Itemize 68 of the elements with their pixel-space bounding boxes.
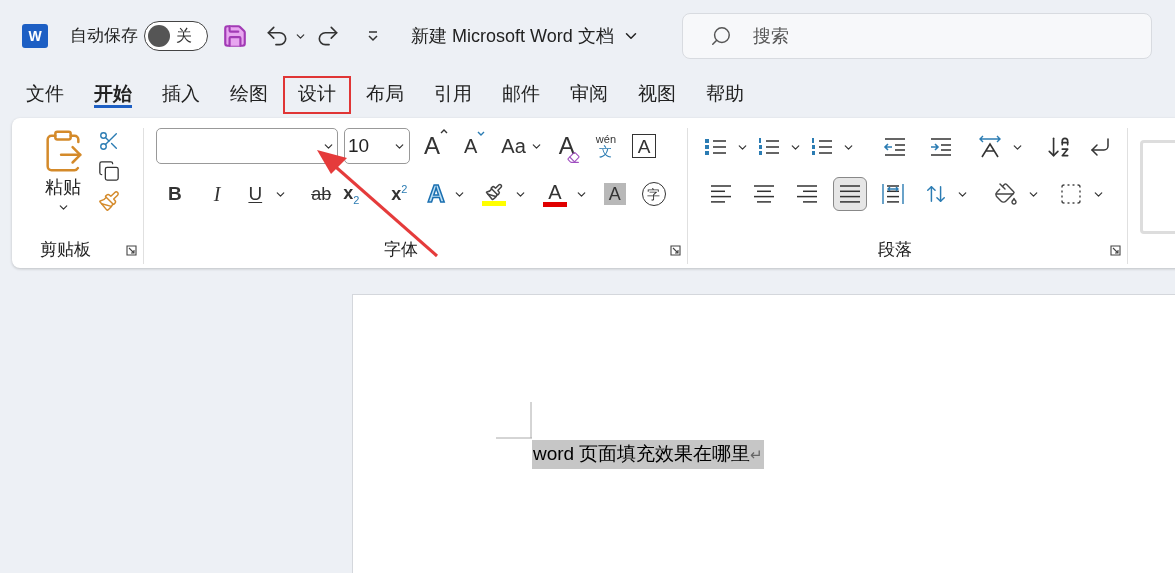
document-title[interactable]: 新建 Microsoft Word 文档: [411, 22, 640, 50]
copy-icon[interactable]: [98, 160, 120, 182]
format-painter-icon[interactable]: [98, 190, 120, 212]
italic-button[interactable]: I: [205, 179, 229, 209]
align-button[interactable]: [833, 177, 867, 211]
character-border-button[interactable]: A: [632, 134, 657, 158]
dialog-launcher-icon[interactable]: [126, 244, 137, 256]
line-break-icon[interactable]: [1088, 135, 1112, 159]
superscript-button[interactable]: x$^{2}$: [387, 180, 412, 208]
ribbon-tab[interactable]: 布局: [351, 76, 419, 114]
search-field[interactable]: 搜索: [681, 13, 1152, 59]
subscript-button[interactable]: x$_{2}$: [339, 179, 364, 209]
decrease-indent-icon: [883, 137, 907, 157]
group-label: 字体: [384, 239, 418, 262]
align-icon: [838, 183, 862, 205]
save-icon[interactable]: [222, 23, 248, 49]
ribbon-tab[interactable]: 邮件: [487, 76, 555, 114]
autosave-toggle[interactable]: 关: [144, 21, 208, 51]
word-logo-icon: W: [22, 24, 48, 48]
text-direction-icon[interactable]: [977, 135, 1003, 159]
grow-font-button[interactable]: A: [424, 128, 448, 164]
cut-icon[interactable]: [98, 130, 120, 152]
font-size-field[interactable]: 10: [344, 128, 410, 164]
shrink-font-button[interactable]: A: [464, 131, 486, 161]
paste-button[interactable]: 粘贴: [40, 128, 86, 236]
customize-toolbar-icon[interactable]: [367, 30, 379, 42]
group-label: 段落: [878, 239, 912, 262]
ribbon-tab[interactable]: 文件: [11, 76, 79, 114]
ribbon-tab[interactable]: 视图: [623, 76, 691, 114]
ribbon-tab[interactable]: 设计: [283, 76, 351, 114]
dialog-launcher-icon[interactable]: [1110, 244, 1121, 256]
ribbon-tab[interactable]: 插入: [147, 76, 215, 114]
ribbon-tab[interactable]: 审阅: [555, 76, 623, 114]
selected-document-text: word 页面填充效果在哪里↵: [532, 440, 765, 469]
change-case-button[interactable]: Aa: [501, 131, 543, 161]
margin-corner-mark: [496, 402, 533, 439]
font-color-button[interactable]: A: [542, 181, 588, 207]
ribbon-tab[interactable]: 开始: [79, 76, 147, 114]
align-icon: [881, 183, 905, 205]
character-text: 文: [599, 145, 613, 158]
search-icon: [709, 25, 732, 47]
ribbon-tab[interactable]: 帮助: [691, 76, 759, 114]
pinyin-text: wén: [595, 134, 617, 145]
increase-indent-icon: [929, 137, 953, 157]
down-caret-icon: [477, 131, 486, 137]
align-icon: [795, 183, 819, 205]
marker-icon: [484, 182, 503, 201]
align-icon: [709, 183, 733, 205]
group-label: 剪贴板: [40, 239, 91, 262]
underline-button[interactable]: U: [244, 179, 292, 209]
strikethrough-button[interactable]: ab: [307, 180, 336, 208]
highlight-button[interactable]: [481, 182, 527, 206]
paint-bucket-icon[interactable]: [994, 182, 1018, 206]
line-spacing-icon[interactable]: [925, 183, 947, 205]
multilevel-list-icon: [810, 136, 834, 158]
dialog-launcher-icon[interactable]: [670, 244, 681, 256]
ribbon-tab[interactable]: 绘图: [215, 76, 283, 114]
up-caret-icon: [440, 128, 448, 134]
character-shading-button[interactable]: A: [603, 183, 626, 205]
ribbon-tab[interactable]: 引用: [419, 76, 487, 114]
bulleted-list-icon: [704, 136, 728, 158]
clear-formatting-button[interactable]: A: [558, 128, 580, 164]
numbered-list-icon: [757, 136, 781, 158]
autosave-label: 自动保存: [70, 25, 138, 48]
bold-button[interactable]: B: [160, 179, 190, 209]
align-icon: [752, 183, 776, 205]
borders-icon[interactable]: [1059, 182, 1083, 206]
phonetic-guide-button[interactable]: wén 文: [595, 134, 617, 158]
